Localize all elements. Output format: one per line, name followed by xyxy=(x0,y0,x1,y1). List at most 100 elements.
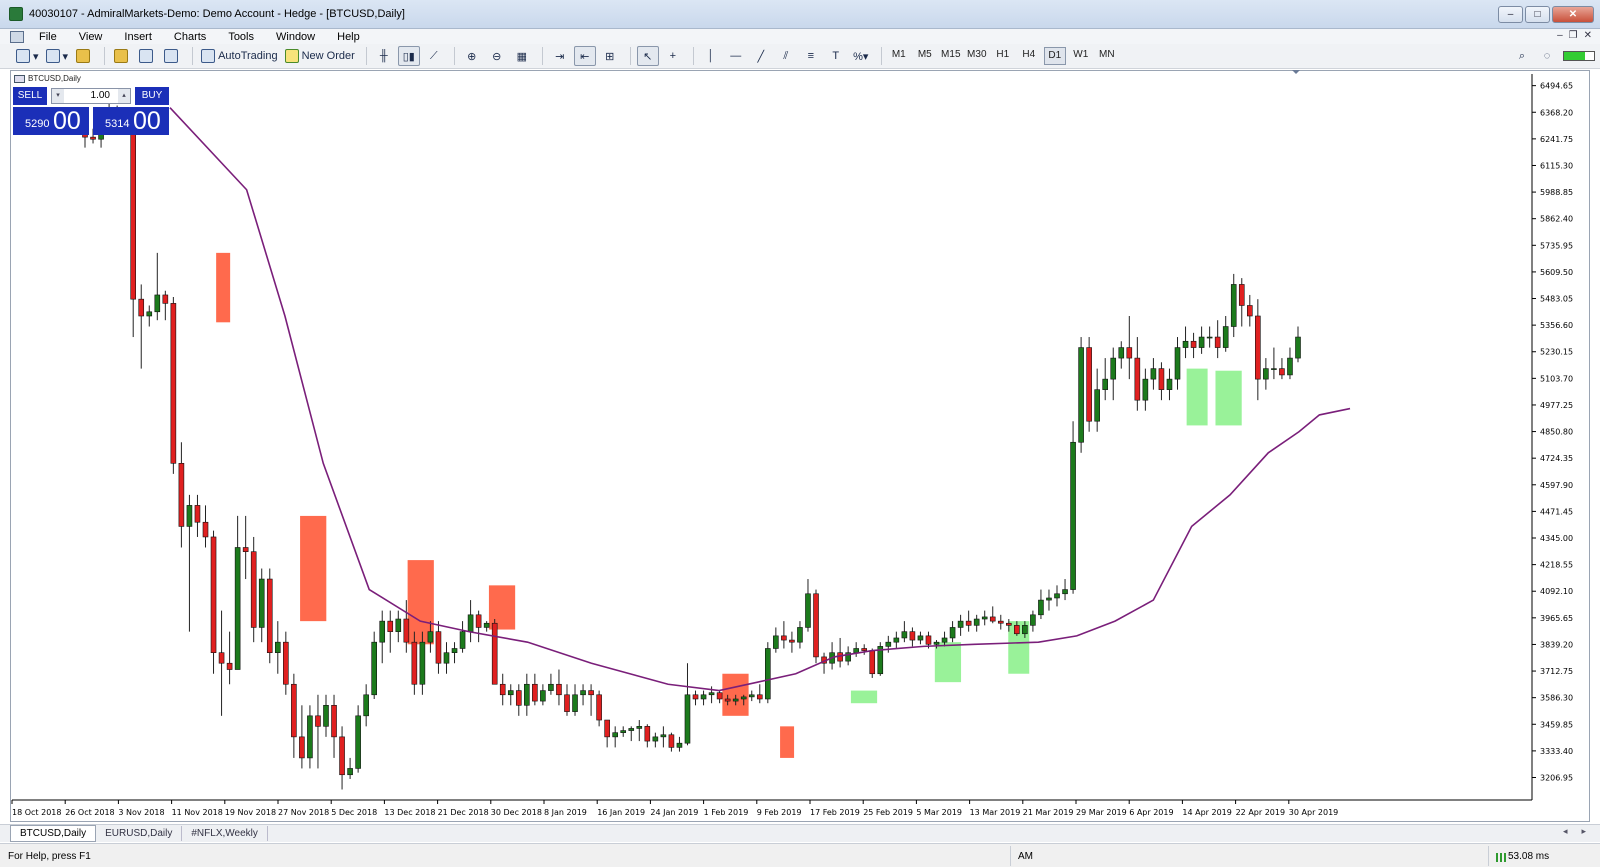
chat-icon[interactable]: ◌ xyxy=(1536,46,1558,66)
timeframe-m15[interactable]: M15 xyxy=(940,47,962,65)
profiles-icon xyxy=(45,49,60,63)
navigator-icon xyxy=(113,49,128,63)
tab-btcusd-daily[interactable]: BTCUSD,Daily xyxy=(10,825,97,842)
lot-size-input[interactable]: ▾ 1.00 ▴ xyxy=(51,88,131,104)
window-title: 40030107 - AdmiralMarkets-Demo: Demo Acc… xyxy=(29,8,405,20)
horizontal-line-tool[interactable]: — xyxy=(725,46,747,66)
timeframe-m1[interactable]: M1 xyxy=(888,47,910,65)
profiles-button[interactable]: ▾ xyxy=(44,46,71,66)
sell-price-main: 5290 xyxy=(25,118,50,130)
new-order-icon xyxy=(284,49,299,63)
menu-tools[interactable]: Tools xyxy=(217,31,265,43)
status-mode: AM xyxy=(1018,851,1033,862)
menu-charts[interactable]: Charts xyxy=(163,31,217,43)
timeframe-m30[interactable]: M30 xyxy=(966,47,988,65)
chart-window[interactable] xyxy=(10,70,1590,822)
timeframe-h1[interactable]: H1 xyxy=(992,47,1014,65)
vertical-line-tool[interactable]: │ xyxy=(700,46,722,66)
document-icon xyxy=(10,30,24,43)
menu-bar: File View Insert Charts Tools Window Hel… xyxy=(0,29,1600,44)
tab-scroll-right[interactable]: ▸ xyxy=(1581,826,1586,837)
line-chart-button[interactable]: ⟋ xyxy=(423,46,445,66)
toolbar-separator xyxy=(365,47,367,65)
timeframe-h4[interactable]: H4 xyxy=(1018,47,1040,65)
maximize-button[interactable]: □ xyxy=(1525,6,1550,23)
mdi-restore-button[interactable]: ❐ xyxy=(1569,30,1578,41)
candlestick-chart-button[interactable]: ▯▮ xyxy=(397,46,420,66)
sell-price-pips: 00 xyxy=(53,107,81,135)
terminal-icon xyxy=(138,49,153,63)
signals-icon xyxy=(163,49,178,63)
sell-price[interactable]: 5290 00 xyxy=(13,107,89,135)
fibonacci-tool[interactable]: ≡ xyxy=(800,46,822,66)
app-icon xyxy=(9,7,23,21)
menu-view[interactable]: View xyxy=(68,31,114,43)
status-divider xyxy=(1010,846,1011,866)
menu-file[interactable]: File xyxy=(28,31,68,43)
chart-title-label: BTCUSD,Daily xyxy=(28,74,81,83)
tab-scroll-left[interactable]: ◂ xyxy=(1563,826,1568,837)
lot-increase-button[interactable]: ▴ xyxy=(118,89,130,103)
buy-price-main: 5314 xyxy=(105,118,130,130)
status-ping: 53.08 ms xyxy=(1508,851,1550,862)
timeframe-w1[interactable]: W1 xyxy=(1070,47,1092,65)
text-tool[interactable]: T xyxy=(825,46,847,66)
menu-window[interactable]: Window xyxy=(265,31,326,43)
menu-insert[interactable]: Insert xyxy=(113,31,163,43)
signals-button[interactable] xyxy=(161,46,183,66)
terminal-button[interactable] xyxy=(136,46,158,66)
tile-windows-button[interactable]: ▦ xyxy=(511,46,533,66)
zoom-out-button[interactable]: ⊖ xyxy=(486,46,508,66)
chart-window-icon xyxy=(14,74,25,83)
trendline-tool[interactable]: ╱ xyxy=(750,46,772,66)
bar-chart-button[interactable]: ╫ xyxy=(373,46,395,66)
one-click-trading-panel: SELL ▾ 1.00 ▴ BUY 5290 00 5314 00 xyxy=(13,87,169,135)
lot-size-value: 1.00 xyxy=(90,90,110,101)
cursor-tool[interactable]: ↖ xyxy=(636,46,659,66)
new-chart-button[interactable]: ▾ xyxy=(14,46,41,66)
timeframe-mn[interactable]: MN xyxy=(1096,47,1118,65)
connection-signal-icon xyxy=(1496,853,1506,862)
toolbar-separator xyxy=(629,47,631,65)
tab-scroll: ◂ ▸ xyxy=(1563,826,1586,837)
indicators-button[interactable]: ⊞ xyxy=(599,46,621,66)
new-order-button[interactable]: New Order xyxy=(283,46,357,66)
mdi-close-button[interactable]: ✕ xyxy=(1584,30,1592,41)
toolbar-separator xyxy=(541,47,543,65)
tab-eurusd-daily[interactable]: EURUSD,Daily xyxy=(96,826,183,841)
new-order-label: New Order xyxy=(301,50,355,62)
buy-price-pips: 00 xyxy=(133,107,161,135)
sell-button[interactable]: SELL xyxy=(13,87,47,105)
toolbar-separator xyxy=(104,47,106,65)
tab-nflx-weekly[interactable]: #NFLX,Weekly xyxy=(182,826,268,841)
autotrading-button[interactable]: AutoTrading xyxy=(199,46,280,66)
new-chart-icon xyxy=(16,49,30,63)
navigator-button[interactable] xyxy=(111,46,133,66)
title-bar: 40030107 - AdmiralMarkets-Demo: Demo Acc… xyxy=(0,0,1600,29)
autoscroll-button[interactable]: ⇥ xyxy=(549,46,571,66)
market-watch-button[interactable] xyxy=(73,46,95,66)
channel-tool[interactable]: ⫽ xyxy=(775,46,797,66)
minimize-button[interactable]: – xyxy=(1498,6,1523,23)
window-controls: – □ ✕ xyxy=(1498,6,1594,23)
mdi-minimize-button[interactable]: – xyxy=(1557,30,1563,41)
buy-button[interactable]: BUY xyxy=(135,87,169,105)
lot-decrease-button[interactable]: ▾ xyxy=(52,89,64,103)
chart-tabs: BTCUSD,Daily EURUSD,Daily #NFLX,Weekly xyxy=(0,824,1600,842)
search-icon[interactable]: ⌕ xyxy=(1511,46,1533,66)
market-watch-icon xyxy=(75,49,90,63)
chart-window-title: BTCUSD,Daily xyxy=(14,74,81,83)
mdi-controls: – ❐ ✕ xyxy=(1557,30,1592,41)
menu-help[interactable]: Help xyxy=(326,31,371,43)
toolbar: ▾ ▾ AutoTrading New Order ╫ ▯▮ ⟋ ⊕ ⊖ ▦ ⇥… xyxy=(0,44,1600,69)
buy-price[interactable]: 5314 00 xyxy=(93,107,169,135)
toolbar-separator xyxy=(453,47,455,65)
timeframe-m5[interactable]: M5 xyxy=(914,47,936,65)
zoom-in-button[interactable]: ⊕ xyxy=(461,46,483,66)
chart-shift-button[interactable]: ⇤ xyxy=(573,46,596,66)
toolbar-separator xyxy=(692,47,694,65)
timeframe-d1[interactable]: D1 xyxy=(1043,47,1066,65)
close-button[interactable]: ✕ xyxy=(1552,6,1594,23)
shapes-tool[interactable]: %▾ xyxy=(850,46,872,66)
crosshair-tool[interactable]: + xyxy=(662,46,684,66)
